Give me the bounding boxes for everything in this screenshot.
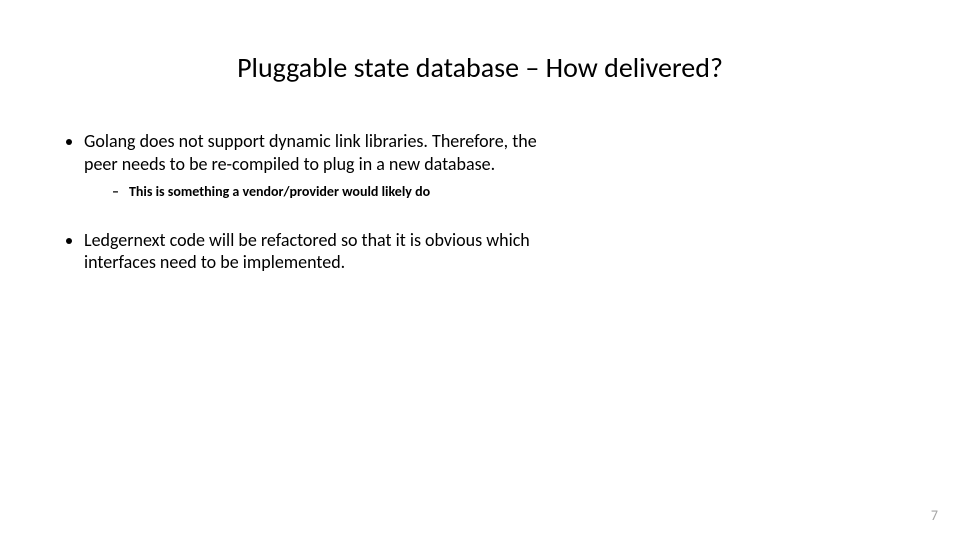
slide-title: Pluggable state database – How delivered… <box>0 50 960 85</box>
bullet-text: Golang does not support dynamic link lib… <box>84 130 537 175</box>
slide: Pluggable state database – How delivered… <box>0 0 960 540</box>
bullet-item: Golang does not support dynamic link lib… <box>84 130 540 201</box>
sub-bullet-text: This is something a vendor/provider woul… <box>129 183 430 200</box>
page-number: 7 <box>931 507 938 524</box>
bullet-item: Ledgernext code will be refactored so th… <box>84 229 540 274</box>
bullet-text: Ledgernext code will be refactored so th… <box>84 229 530 274</box>
bullet-list: Golang does not support dynamic link lib… <box>60 130 540 274</box>
sub-bullet-item: This is something a vendor/provider woul… <box>112 183 540 201</box>
sub-bullet-list: This is something a vendor/provider woul… <box>84 183 540 201</box>
slide-body: Golang does not support dynamic link lib… <box>60 130 540 302</box>
